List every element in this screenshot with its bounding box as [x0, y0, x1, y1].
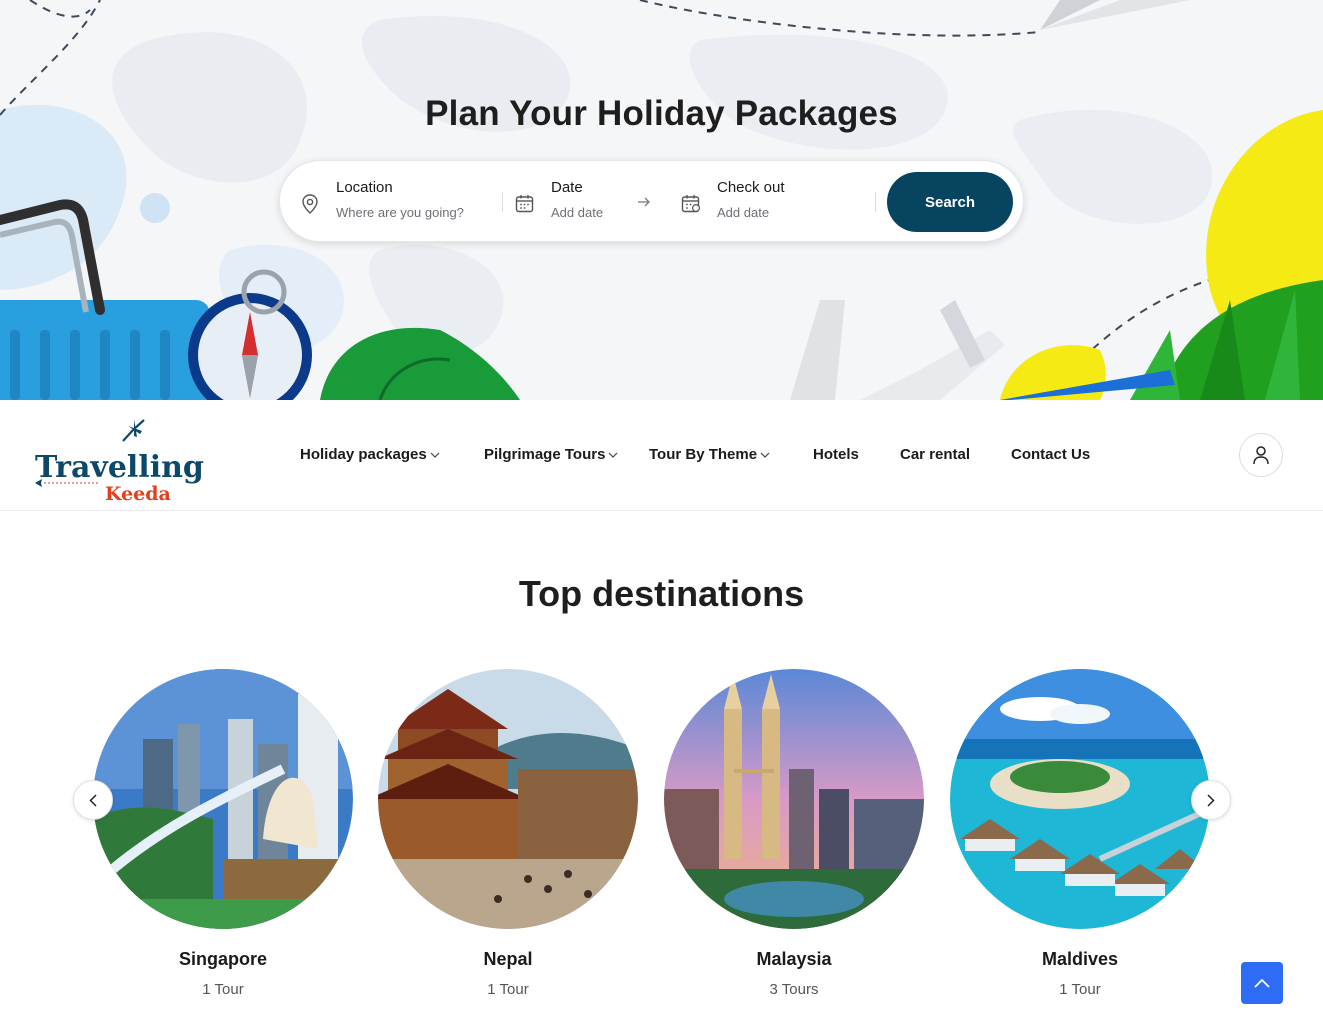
- destination-card[interactable]: Nepal 1 Tour: [377, 669, 639, 998]
- logo-text-bottom: Keeda: [105, 483, 171, 505]
- nav-hotels[interactable]: Hotels: [813, 446, 859, 463]
- date-input[interactable]: Add date: [551, 205, 603, 220]
- nav-label: Car rental: [900, 446, 971, 463]
- checkout-input[interactable]: Add date: [717, 205, 785, 220]
- destination-name: Maldives: [1041, 949, 1119, 969]
- destination-name: Singapore: [178, 949, 267, 969]
- destination-card[interactable]: Maldives 1 Tour: [949, 669, 1211, 998]
- chevron-down-icon: [760, 452, 770, 458]
- date-label: Date: [551, 179, 583, 196]
- calendar-check-icon: [681, 195, 701, 213]
- nav-pilgrimage-tours[interactable]: Pilgrimage Tours: [484, 446, 618, 463]
- location-label: Location: [336, 179, 393, 196]
- main-navbar: Travelling Keeda Holiday packages Pilgri…: [0, 400, 1323, 511]
- destination-card[interactable]: Singapore 1 Tour: [92, 669, 354, 998]
- divider: [502, 192, 503, 212]
- scroll-to-top-button[interactable]: [1241, 962, 1283, 1004]
- location-field[interactable]: Location Where are you going?: [336, 179, 464, 220]
- nepal-image: [378, 669, 638, 929]
- location-input[interactable]: Where are you going?: [336, 205, 464, 220]
- hero-section: Plan Your Holiday Packages Location Wher…: [0, 0, 1323, 400]
- user-icon: [1253, 446, 1269, 465]
- destination-tour-count: 3 Tours: [769, 981, 819, 998]
- destination-tour-count: 1 Tour: [487, 981, 529, 998]
- chevron-down-icon: [430, 452, 440, 458]
- nav-label: Holiday packages: [300, 446, 427, 463]
- chevron-down-icon: [608, 452, 618, 458]
- destination-tour-count: 1 Tour: [202, 981, 244, 998]
- user-account-button[interactable]: [1239, 433, 1283, 477]
- nav-label: Tour By Theme: [649, 446, 758, 463]
- nav-label: Contact Us: [1011, 446, 1091, 463]
- destination-name: Malaysia: [756, 949, 832, 969]
- checkout-field[interactable]: Check out Add date: [717, 179, 785, 220]
- date-field[interactable]: Date Add date: [551, 179, 603, 220]
- calendar-icon: [515, 195, 534, 213]
- nav-tour-by-theme[interactable]: Tour By Theme: [649, 446, 770, 463]
- nav-label: Hotels: [813, 446, 859, 463]
- location-pin-icon: [302, 194, 318, 214]
- malaysia-image: [664, 669, 924, 929]
- chevron-left-icon: [89, 793, 97, 807]
- arrow-right-icon: [638, 197, 650, 207]
- carousel-prev-button[interactable]: [73, 780, 113, 820]
- hero-title: Plan Your Holiday Packages: [425, 94, 898, 133]
- nav-contact-us[interactable]: Contact Us: [1011, 446, 1090, 463]
- search-button[interactable]: Search: [887, 172, 1013, 232]
- search-bar: Location Where are you going? Date Add d…: [279, 160, 1024, 242]
- singapore-image: [93, 669, 353, 929]
- nav-holiday-packages[interactable]: Holiday packages: [300, 446, 440, 463]
- destination-name: Nepal: [483, 949, 533, 969]
- site-logo[interactable]: Travelling Keeda: [32, 417, 204, 504]
- checkout-label: Check out: [717, 179, 785, 196]
- destination-tour-count: 1 Tour: [1059, 981, 1101, 998]
- carousel-next-button[interactable]: [1191, 780, 1231, 820]
- nav-car-rental[interactable]: Car rental: [900, 446, 970, 463]
- logo-plane-trail: [35, 479, 100, 487]
- nav-label: Pilgrimage Tours: [484, 446, 606, 463]
- section-title: Top destinations: [518, 573, 805, 614]
- chevron-up-icon: [1254, 978, 1270, 988]
- airplane-logo-icon: [122, 419, 145, 442]
- destination-card[interactable]: Malaysia 3 Tours: [663, 669, 925, 998]
- maldives-image: [950, 669, 1210, 929]
- divider: [875, 192, 876, 212]
- chevron-right-icon: [1207, 793, 1215, 807]
